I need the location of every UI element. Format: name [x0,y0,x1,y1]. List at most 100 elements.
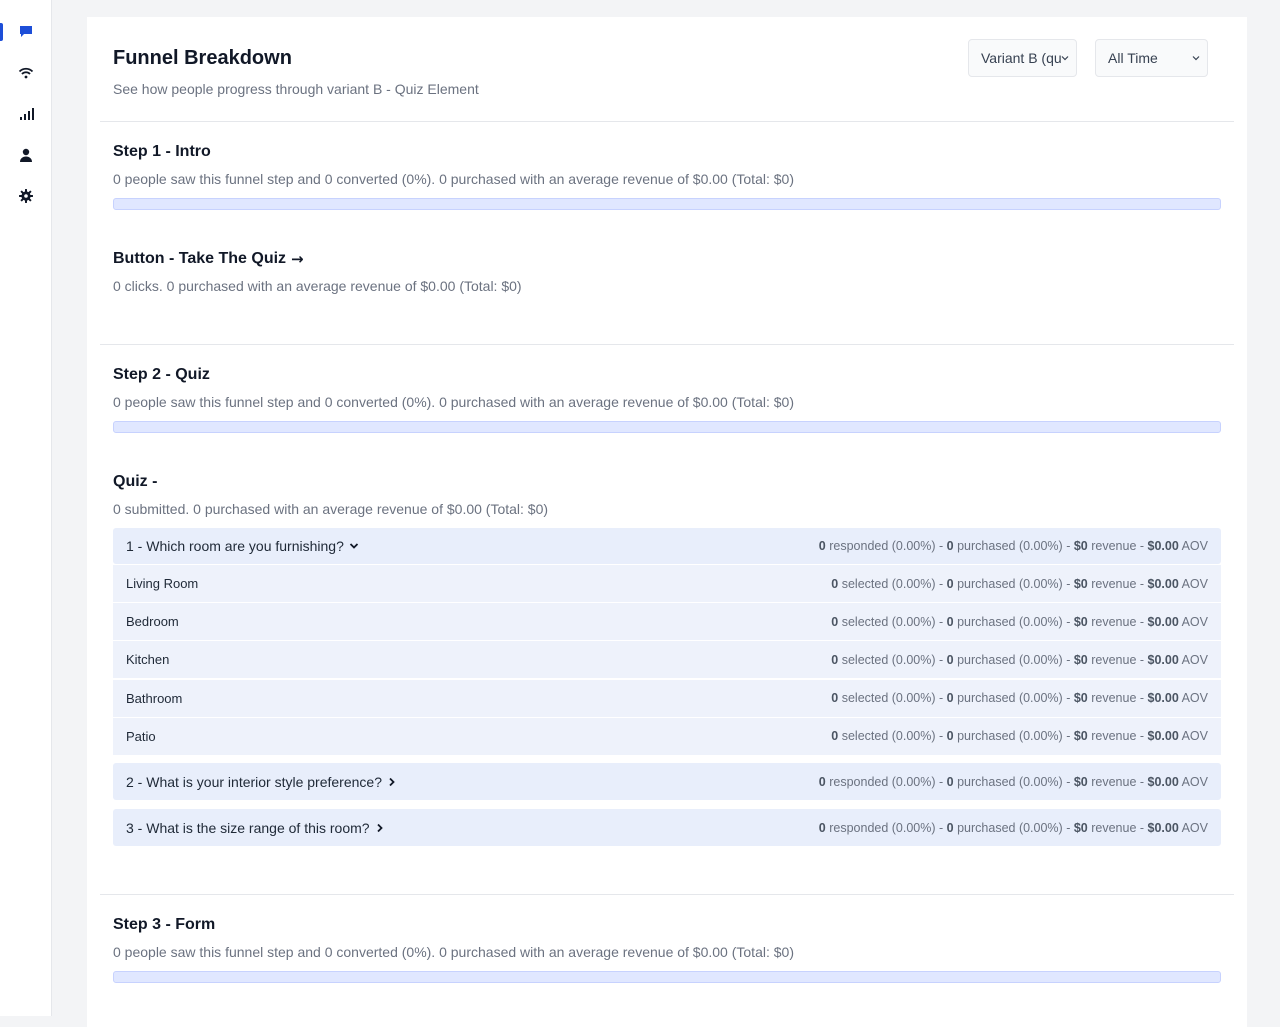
revenue-label: revenue [1091,820,1137,835]
separator: - [935,774,947,789]
chat-icon [19,26,32,37]
separator: - [1062,691,1074,706]
aov-value: $0.00 [1147,774,1179,789]
aov-label: AOV [1181,729,1208,744]
separator: - [935,652,947,667]
question-stats: 0 responded (0.00%) - 0 purchased (0.00%… [819,775,1208,789]
responded-count: 0 [818,820,826,835]
nav-item-messages[interactable] [0,17,51,47]
purchased-label: purchased (0.00%) [957,691,1063,706]
divider [100,344,1234,345]
question-label: 3 - What is the size range of this room? [126,820,385,836]
question-text: 1 - Which room are you furnishing? [126,538,344,554]
button-element-label: Button - Take The Quiz [113,250,287,267]
revenue-value: $0 [1073,614,1088,629]
aov-label: AOV [1181,691,1208,706]
selected-count: 0 [831,729,839,744]
aov-label: AOV [1181,774,1208,789]
separator: - [1136,576,1148,591]
selected-label: selected (0.00%) [841,729,936,744]
question-label: 2 - What is your interior style preferen… [126,774,397,790]
separator: - [935,691,947,706]
responded-label: responded (0.00%) [829,539,936,553]
purchased-label: purchased (0.00%) [957,614,1063,629]
revenue-label: revenue [1091,774,1137,789]
answer-option-row: Patio 0 selected (0.00%) - 0 purchased (0… [113,717,1221,755]
nav-item-live[interactable] [0,58,51,88]
chevron-right-icon [389,777,395,786]
revenue-label: revenue [1091,729,1137,744]
quiz-element-title: Quiz - [113,473,158,490]
separator: - [1136,614,1148,629]
time-range-select-value: All Time [1108,50,1158,66]
selected-label: selected (0.00%) [841,691,936,706]
aov-value: $0.00 [1147,652,1179,667]
revenue-label: revenue [1091,652,1137,667]
aov-value: $0.00 [1147,576,1179,591]
purchased-count: 0 [946,691,954,706]
selected-count: 0 [831,652,839,667]
answer-option-stats: 0 selected (0.00%) - 0 purchased (0.00%)… [831,691,1208,705]
separator: - [1062,729,1074,744]
quiz-question-row[interactable]: 1 - Which room are you furnishing? 0 res… [113,528,1221,564]
aov-label: AOV [1181,820,1208,835]
purchased-count: 0 [946,820,954,835]
separator: - [1136,774,1148,789]
nav-item-analytics[interactable] [0,99,51,129]
answer-option-label: Bedroom [126,614,179,630]
separator: - [935,614,947,629]
separator: - [1136,539,1148,553]
separator: - [1136,652,1148,667]
wifi-icon [18,67,33,79]
chevron-down-icon [1061,56,1069,61]
step-title: Step 2 - Quiz [113,366,210,383]
separator: - [1136,820,1148,835]
purchased-count: 0 [946,652,954,667]
answer-option-stats: 0 selected (0.00%) - 0 purchased (0.00%)… [831,615,1208,629]
variant-select-value: Variant B (qu [981,50,1062,66]
purchased-label: purchased (0.00%) [957,729,1063,744]
quiz-question-row[interactable]: 3 - What is the size range of this room?… [113,809,1221,846]
selected-label: selected (0.00%) [841,614,936,629]
question-text: 3 - What is the size range of this room? [126,819,370,836]
nav-item-users[interactable] [0,140,51,170]
time-range-select[interactable]: All Time [1095,39,1208,77]
purchased-count: 0 [946,539,954,553]
chevron-down-icon [1192,56,1200,61]
nav-item-settings[interactable] [0,181,51,211]
separator: - [1136,691,1148,706]
aov-value: $0.00 [1147,539,1179,553]
arrow-right-icon: → [291,250,304,268]
purchased-count: 0 [946,576,954,591]
step-progress-bar [113,421,1221,433]
step-title: Step 3 - Form [113,916,216,933]
purchased-label: purchased (0.00%) [957,652,1063,667]
revenue-value: $0 [1073,576,1088,591]
revenue-label: revenue [1091,691,1137,706]
answer-option-label: Living Room [126,576,199,591]
separator: - [935,539,947,553]
page-title: Funnel Breakdown [113,47,292,69]
revenue-value: $0 [1073,539,1088,553]
selected-count: 0 [831,691,839,706]
purchased-label: purchased (0.00%) [957,576,1063,591]
separator: - [1062,576,1074,591]
aov-label: AOV [1181,576,1208,591]
aov-value: $0.00 [1147,820,1179,835]
responded-count: 0 [818,539,826,553]
variant-select[interactable]: Variant B (qu [968,39,1077,77]
step-description: 0 people saw this funnel step and 0 conv… [113,394,794,410]
divider [100,894,1234,895]
page-subtitle: See how people progress through variant … [113,81,479,97]
question-label: 1 - Which room are you furnishing? [126,538,359,554]
aov-value: $0.00 [1147,691,1179,706]
aov-label: AOV [1181,614,1208,629]
quiz-question-row[interactable]: 2 - What is your interior style preferen… [113,763,1221,800]
aov-value: $0.00 [1147,729,1179,744]
question-text: 2 - What is your interior style preferen… [126,773,382,790]
separator: - [1062,614,1074,629]
selected-count: 0 [831,576,839,591]
separator: - [935,820,947,835]
step-title: Step 1 - Intro [113,143,211,160]
revenue-label: revenue [1091,576,1137,591]
